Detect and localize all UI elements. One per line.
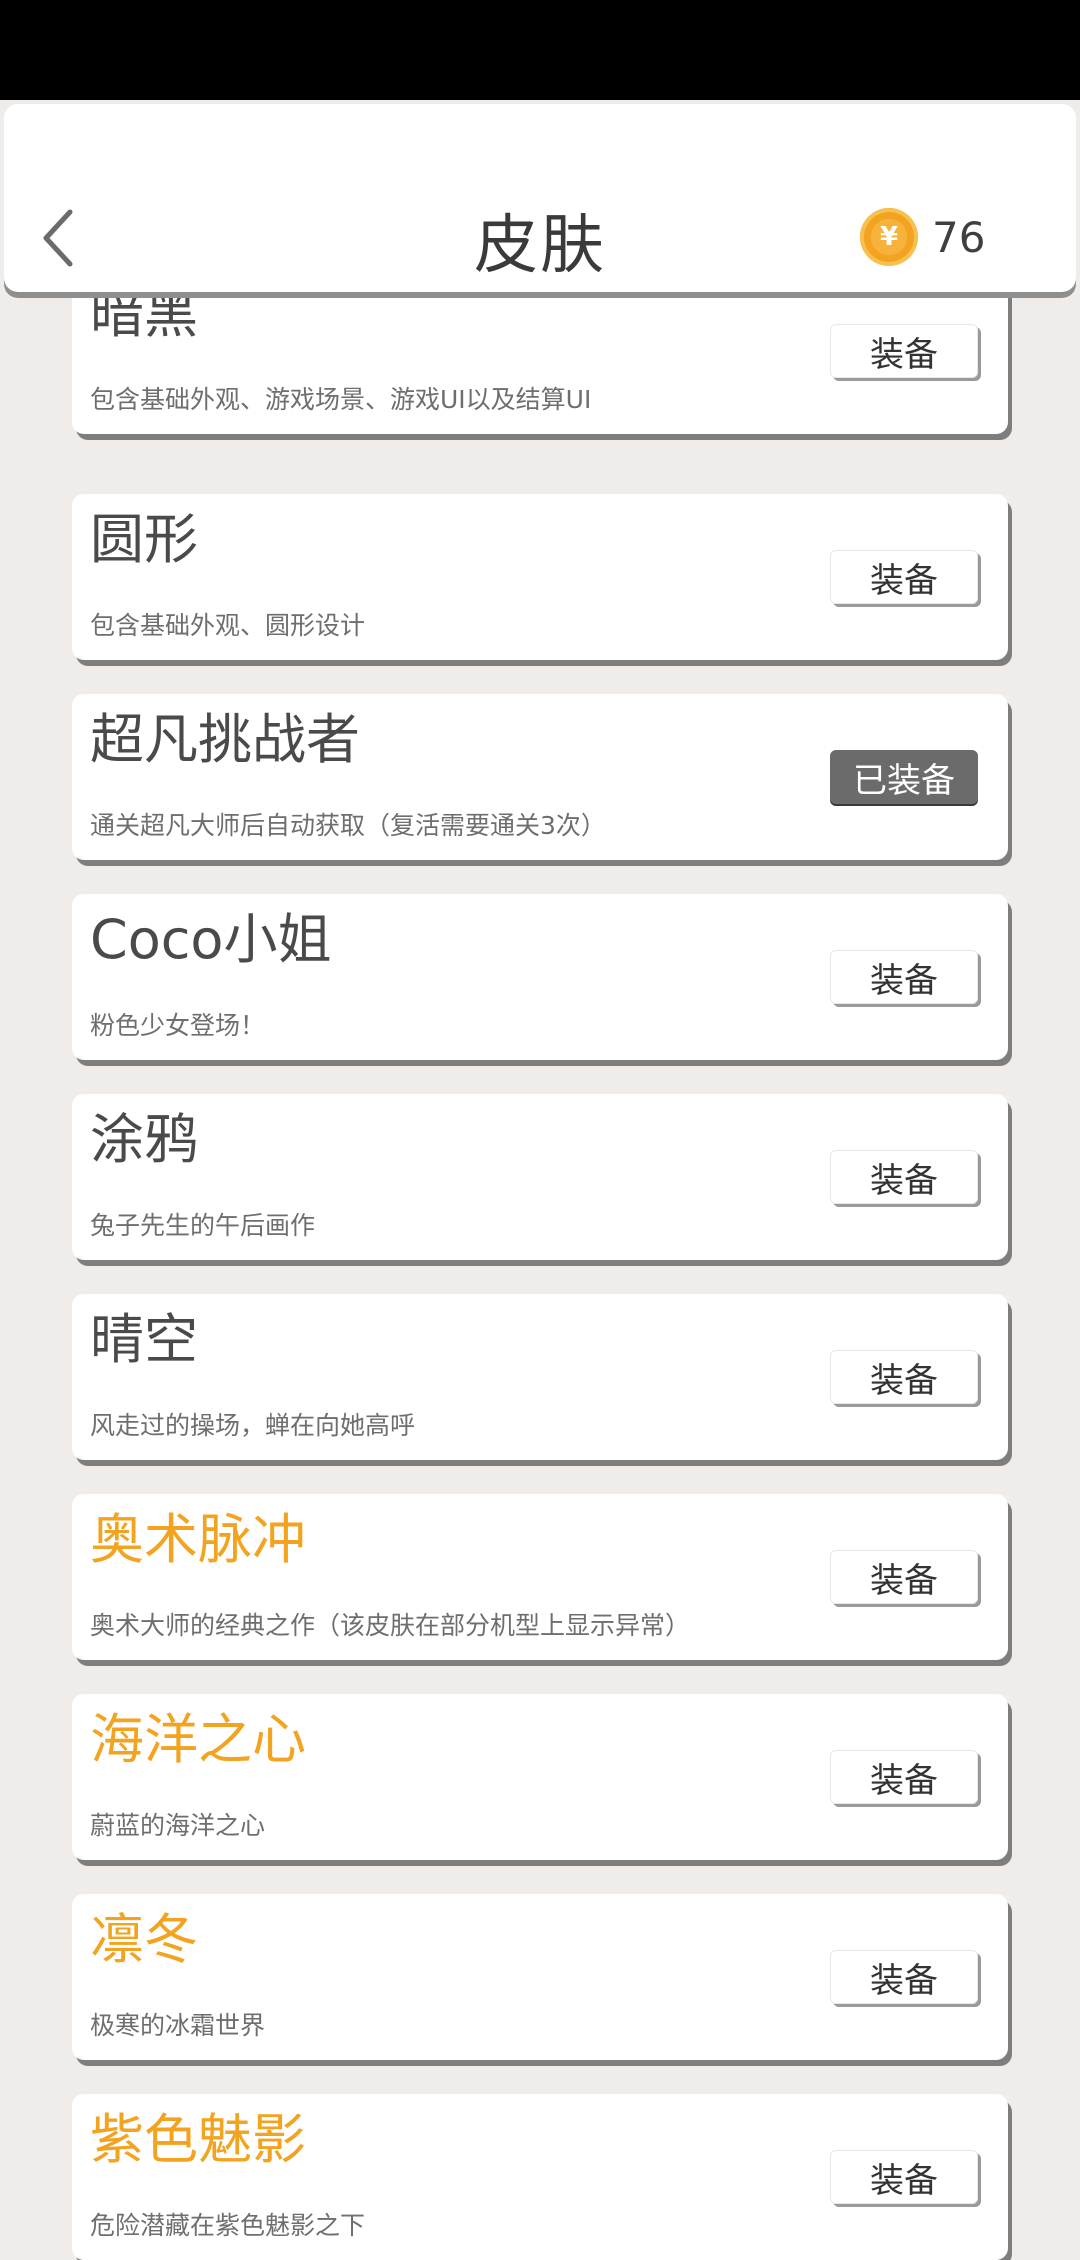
coin-icon: ¥ bbox=[860, 208, 918, 266]
status-bar bbox=[0, 0, 1080, 100]
skin-name: 紫色魅影 bbox=[90, 2108, 306, 2171]
skin-card-2[interactable]: 超凡挑战者 通关超凡大师后自动获取（复活需要通关3次） 已装备 bbox=[72, 694, 1008, 860]
skin-description: 兔子先生的午后画作 bbox=[90, 1211, 316, 1240]
skin-name: 晴空 bbox=[90, 1308, 198, 1371]
equip-button[interactable]: 装备 bbox=[830, 1950, 978, 2004]
equip-button[interactable]: 装备 bbox=[830, 950, 978, 1004]
skin-description: 极寒的冰霜世界 bbox=[90, 2011, 266, 2040]
skin-card-3[interactable]: Coco小姐 粉色少女登场！ 装备 bbox=[72, 894, 1008, 1060]
coin-balance: ¥ 76 bbox=[860, 208, 985, 266]
skin-card-8[interactable]: 凛冬 极寒的冰霜世界 装备 bbox=[72, 1894, 1008, 2060]
skin-card-9[interactable]: 紫色魅影 危险潜藏在紫色魅影之下 装备 bbox=[72, 2094, 1008, 2260]
skin-description: 包含基础外观、游戏场景、游戏UI以及结算UI bbox=[90, 385, 592, 414]
skin-description: 风走过的操场，蝉在向她高呼 bbox=[90, 1411, 416, 1440]
skin-card-0[interactable]: 暗黑 包含基础外观、游戏场景、游戏UI以及结算UI 装备 bbox=[72, 268, 1008, 434]
equip-button[interactable]: 装备 bbox=[830, 324, 978, 378]
equipped-button[interactable]: 已装备 bbox=[830, 750, 978, 804]
header: 皮肤 ¥ 76 bbox=[4, 104, 1076, 292]
skin-list: 暗黑 包含基础外观、游戏场景、游戏UI以及结算UI 装备 圆形 包含基础外观、圆… bbox=[0, 0, 1080, 2260]
skin-description: 蔚蓝的海洋之心 bbox=[90, 1811, 266, 1840]
equip-button[interactable]: 装备 bbox=[830, 550, 978, 604]
skin-description: 奥术大师的经典之作（该皮肤在部分机型上显示异常） bbox=[90, 1611, 691, 1640]
skin-card-1[interactable]: 圆形 包含基础外观、圆形设计 装备 bbox=[72, 494, 1008, 660]
skin-name: 涂鸦 bbox=[90, 1108, 198, 1171]
coin-count: 76 bbox=[932, 212, 986, 262]
equip-button[interactable]: 装备 bbox=[830, 2150, 978, 2204]
skin-name: 海洋之心 bbox=[90, 1708, 306, 1771]
skin-description: 包含基础外观、圆形设计 bbox=[90, 611, 366, 640]
equip-button[interactable]: 装备 bbox=[830, 1150, 978, 1204]
equip-button[interactable]: 装备 bbox=[830, 1550, 978, 1604]
skin-description: 通关超凡大师后自动获取（复活需要通关3次） bbox=[90, 811, 606, 840]
skin-name: Coco小姐 bbox=[90, 908, 332, 971]
skin-name: 圆形 bbox=[90, 508, 198, 571]
skin-description: 危险潜藏在紫色魅影之下 bbox=[90, 2211, 366, 2240]
skin-card-7[interactable]: 海洋之心 蔚蓝的海洋之心 装备 bbox=[72, 1694, 1008, 1860]
skin-card-5[interactable]: 晴空 风走过的操场，蝉在向她高呼 装备 bbox=[72, 1294, 1008, 1460]
skin-name: 凛冬 bbox=[90, 1908, 198, 1971]
skin-name: 奥术脉冲 bbox=[90, 1508, 306, 1571]
equip-button[interactable]: 装备 bbox=[830, 1750, 978, 1804]
skin-name: 超凡挑战者 bbox=[90, 708, 360, 771]
skin-card-6[interactable]: 奥术脉冲 奥术大师的经典之作（该皮肤在部分机型上显示异常） 装备 bbox=[72, 1494, 1008, 1660]
equip-button[interactable]: 装备 bbox=[830, 1350, 978, 1404]
skin-card-4[interactable]: 涂鸦 兔子先生的午后画作 装备 bbox=[72, 1094, 1008, 1260]
skin-description: 粉色少女登场！ bbox=[90, 1011, 266, 1040]
